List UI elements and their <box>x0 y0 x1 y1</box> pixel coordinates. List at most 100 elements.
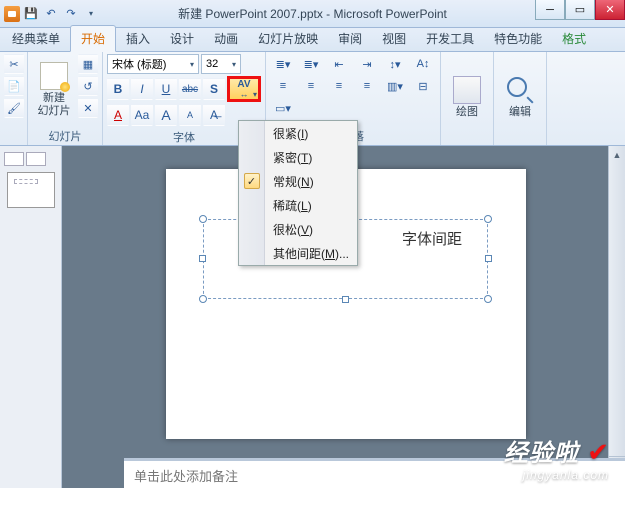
qat-more-icon[interactable]: ▾ <box>82 5 100 23</box>
tab-features[interactable]: 特色功能 <box>484 26 552 51</box>
classic-menu[interactable]: 经典菜单 <box>2 26 70 51</box>
tab-format[interactable]: 格式 <box>552 26 596 51</box>
clear-formatting-icon[interactable]: A̶ <box>203 104 225 126</box>
spacing-arrow-icon: ↔ <box>240 90 249 99</box>
shapes-icon <box>453 76 481 104</box>
chevron-down-icon: ▾ <box>232 60 236 69</box>
tab-slideshow[interactable]: 幻灯片放映 <box>248 26 328 51</box>
save-icon[interactable]: 💾 <box>22 5 40 23</box>
cut-icon[interactable]: ✂ <box>4 54 24 74</box>
undo-icon[interactable]: ↶ <box>42 5 60 23</box>
textbox-text: 字体间距 <box>402 228 462 249</box>
spacing-normal[interactable]: ✓常规(N) <box>239 169 357 193</box>
format-painter-icon[interactable]: 🖌 <box>4 98 24 118</box>
group-drawing: 绘图 <box>441 52 494 145</box>
slide-thumbnail-1[interactable] <box>7 172 55 208</box>
spacing-very-loose[interactable]: 很松(V) <box>239 217 357 241</box>
font-size-value: 32 <box>206 58 218 70</box>
font-color-button[interactable]: A <box>107 104 129 126</box>
tab-design[interactable]: 设计 <box>160 26 204 51</box>
tab-insert[interactable]: 插入 <box>116 26 160 51</box>
font-name-select[interactable]: 宋体 (标题) ▾ <box>107 54 199 74</box>
indent-decrease-button[interactable]: ⇤ <box>326 54 352 74</box>
resize-handle[interactable] <box>342 296 349 303</box>
character-spacing-button[interactable]: AV ↔ ▾ <box>227 76 261 102</box>
group-slides: 新建 幻灯片 ▦ ↺ ✕ 幻灯片 <box>28 52 103 145</box>
font-name-value: 宋体 (标题) <box>112 56 166 72</box>
delete-slide-icon[interactable]: ✕ <box>78 98 98 118</box>
align-left-button[interactable]: ≡ <box>270 76 296 96</box>
bullets-button[interactable]: ≣▾ <box>270 54 296 74</box>
tab-animation[interactable]: 动画 <box>204 26 248 51</box>
font-size-select[interactable]: 32 ▾ <box>201 54 241 74</box>
spacing-more[interactable]: 其他间距(M)... <box>239 241 357 265</box>
notes-placeholder: 单击此处添加备注 <box>134 469 238 484</box>
tab-developer[interactable]: 开发工具 <box>416 26 484 51</box>
resize-handle[interactable] <box>484 295 492 303</box>
columns-button[interactable]: ▥▾ <box>382 76 408 96</box>
new-slide-button[interactable]: 新建 幻灯片 <box>32 54 76 125</box>
shrink-font-button[interactable]: A <box>179 104 201 126</box>
spacing-loose[interactable]: 稀疏(L) <box>239 193 357 217</box>
chevron-down-icon: ▾ <box>190 60 194 69</box>
drawing-label: 绘图 <box>456 106 478 118</box>
change-case-button[interactable]: Aa <box>131 104 153 126</box>
text-direction-button[interactable]: A↕ <box>410 54 436 74</box>
resize-handle[interactable] <box>199 215 207 223</box>
new-slide-icon <box>40 62 68 90</box>
quick-access-toolbar: 💾 ↶ ↷ ▾ <box>0 5 104 23</box>
maximize-button[interactable]: ▭ <box>565 0 595 20</box>
check-mark-icon: ✔ <box>587 437 609 467</box>
group-label-slides: 幻灯片 <box>32 125 98 145</box>
thumb-tabs <box>4 152 57 168</box>
group-label-clipboard <box>4 141 23 145</box>
grow-font-button[interactable]: A <box>155 104 177 126</box>
editing-button[interactable]: 编辑 <box>498 54 542 141</box>
scroll-up-icon[interactable]: ▲ <box>609 146 625 163</box>
resize-handle[interactable] <box>485 255 492 262</box>
drawing-button[interactable]: 绘图 <box>445 54 489 141</box>
align-text-button[interactable]: ⊟ <box>410 76 436 96</box>
convert-smartart-button[interactable]: ▭▾ <box>270 98 296 118</box>
editing-label: 编辑 <box>509 106 531 118</box>
tab-home[interactable]: 开始 <box>70 25 116 52</box>
underline-button[interactable]: U <box>155 78 177 100</box>
group-clipboard: ✂ 📄 🖌 <box>0 52 28 145</box>
copy-icon[interactable]: 📄 <box>4 76 24 96</box>
minimize-button[interactable]: ─ <box>535 0 565 20</box>
vertical-scrollbar[interactable]: ▲ ⬘ ⬙ <box>608 146 625 488</box>
tab-view[interactable]: 视图 <box>372 26 416 51</box>
align-right-button[interactable]: ≡ <box>326 76 352 96</box>
thumbnail-pane[interactable] <box>0 146 62 488</box>
tab-review[interactable]: 审阅 <box>328 26 372 51</box>
redo-icon[interactable]: ↷ <box>62 5 80 23</box>
window-controls: ─ ▭ ✕ <box>535 0 625 20</box>
av-label: AV <box>237 80 250 90</box>
resize-handle[interactable] <box>199 255 206 262</box>
group-label-drawing <box>445 141 489 145</box>
thumb-textbox <box>14 179 38 184</box>
justify-button[interactable]: ≡ <box>354 76 380 96</box>
indent-increase-button[interactable]: ⇥ <box>354 54 380 74</box>
layout-icon[interactable]: ▦ <box>78 54 98 74</box>
resize-handle[interactable] <box>484 215 492 223</box>
spacing-tight[interactable]: 紧密(T) <box>239 145 357 169</box>
strikethrough-button[interactable]: abc <box>179 78 201 100</box>
shadow-button[interactable]: S <box>203 78 225 100</box>
close-button[interactable]: ✕ <box>595 0 625 20</box>
slides-tab[interactable] <box>4 152 24 166</box>
resize-handle[interactable] <box>199 295 207 303</box>
bold-button[interactable]: B <box>107 78 129 100</box>
reset-icon[interactable]: ↺ <box>78 76 98 96</box>
outline-tab[interactable] <box>26 152 46 166</box>
spacing-very-tight[interactable]: 很紧(I) <box>239 121 357 145</box>
find-icon <box>506 76 534 104</box>
line-spacing-button[interactable]: ↕▾ <box>382 54 408 74</box>
ribbon-tabs: 经典菜单 开始 插入 设计 动画 幻灯片放映 审阅 视图 开发工具 特色功能 格… <box>0 28 625 52</box>
italic-button[interactable]: I <box>131 78 153 100</box>
watermark: 经验啦 ✔ jingyanla.com <box>504 433 609 482</box>
align-center-button[interactable]: ≡ <box>298 76 324 96</box>
check-icon: ✓ <box>244 173 260 189</box>
title-bar: 💾 ↶ ↷ ▾ 新建 PowerPoint 2007.pptx - Micros… <box>0 0 625 28</box>
numbering-button[interactable]: ≣▾ <box>298 54 324 74</box>
